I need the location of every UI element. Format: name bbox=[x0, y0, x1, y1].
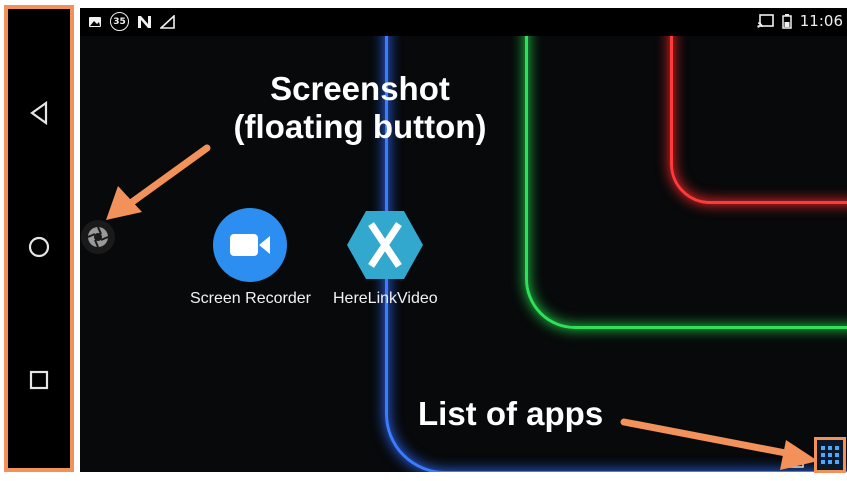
screenshot-annotation: Screenshot (floating button) bbox=[210, 70, 510, 146]
xamarin-x-icon bbox=[347, 211, 424, 279]
status-bar: 35 11:06 bbox=[80, 8, 847, 36]
back-button[interactable] bbox=[8, 101, 70, 125]
back-icon bbox=[30, 101, 48, 125]
video-camera-icon bbox=[230, 234, 271, 256]
app-herelinkvideo[interactable]: HereLinkVideo bbox=[333, 208, 438, 308]
nav-bar bbox=[4, 5, 74, 472]
camera-shutter-icon bbox=[87, 226, 109, 248]
app-label: HereLinkVideo bbox=[333, 290, 438, 307]
recents-button[interactable] bbox=[8, 369, 70, 391]
battery-icon bbox=[782, 13, 792, 29]
annotation-subtitle: (floating button) bbox=[233, 107, 487, 145]
recents-icon bbox=[29, 370, 49, 390]
n-icon bbox=[138, 15, 151, 28]
app-screen-recorder[interactable]: Screen Recorder bbox=[190, 208, 311, 308]
annotation-title: Screenshot bbox=[270, 70, 450, 107]
apps-list-annotation: List of apps bbox=[418, 395, 604, 432]
cast-icon bbox=[757, 14, 774, 28]
home-button[interactable] bbox=[8, 235, 70, 259]
app-label: Screen Recorder bbox=[190, 290, 311, 307]
grid-icon bbox=[821, 446, 839, 464]
image-icon bbox=[89, 16, 101, 27]
notification-count-badge: 35 bbox=[110, 12, 129, 31]
herelinkvideo-app-icon bbox=[346, 208, 424, 282]
home-icon bbox=[28, 236, 50, 258]
screen-recorder-app-icon bbox=[213, 208, 288, 282]
screen-icon[interactable] bbox=[784, 453, 804, 469]
signal-icon bbox=[160, 14, 175, 29]
screenshot-floating-button[interactable] bbox=[81, 220, 115, 254]
wallpaper-neon-red bbox=[670, 8, 847, 204]
clock: 11:06 bbox=[799, 12, 843, 30]
app-drawer-button[interactable] bbox=[814, 437, 846, 473]
